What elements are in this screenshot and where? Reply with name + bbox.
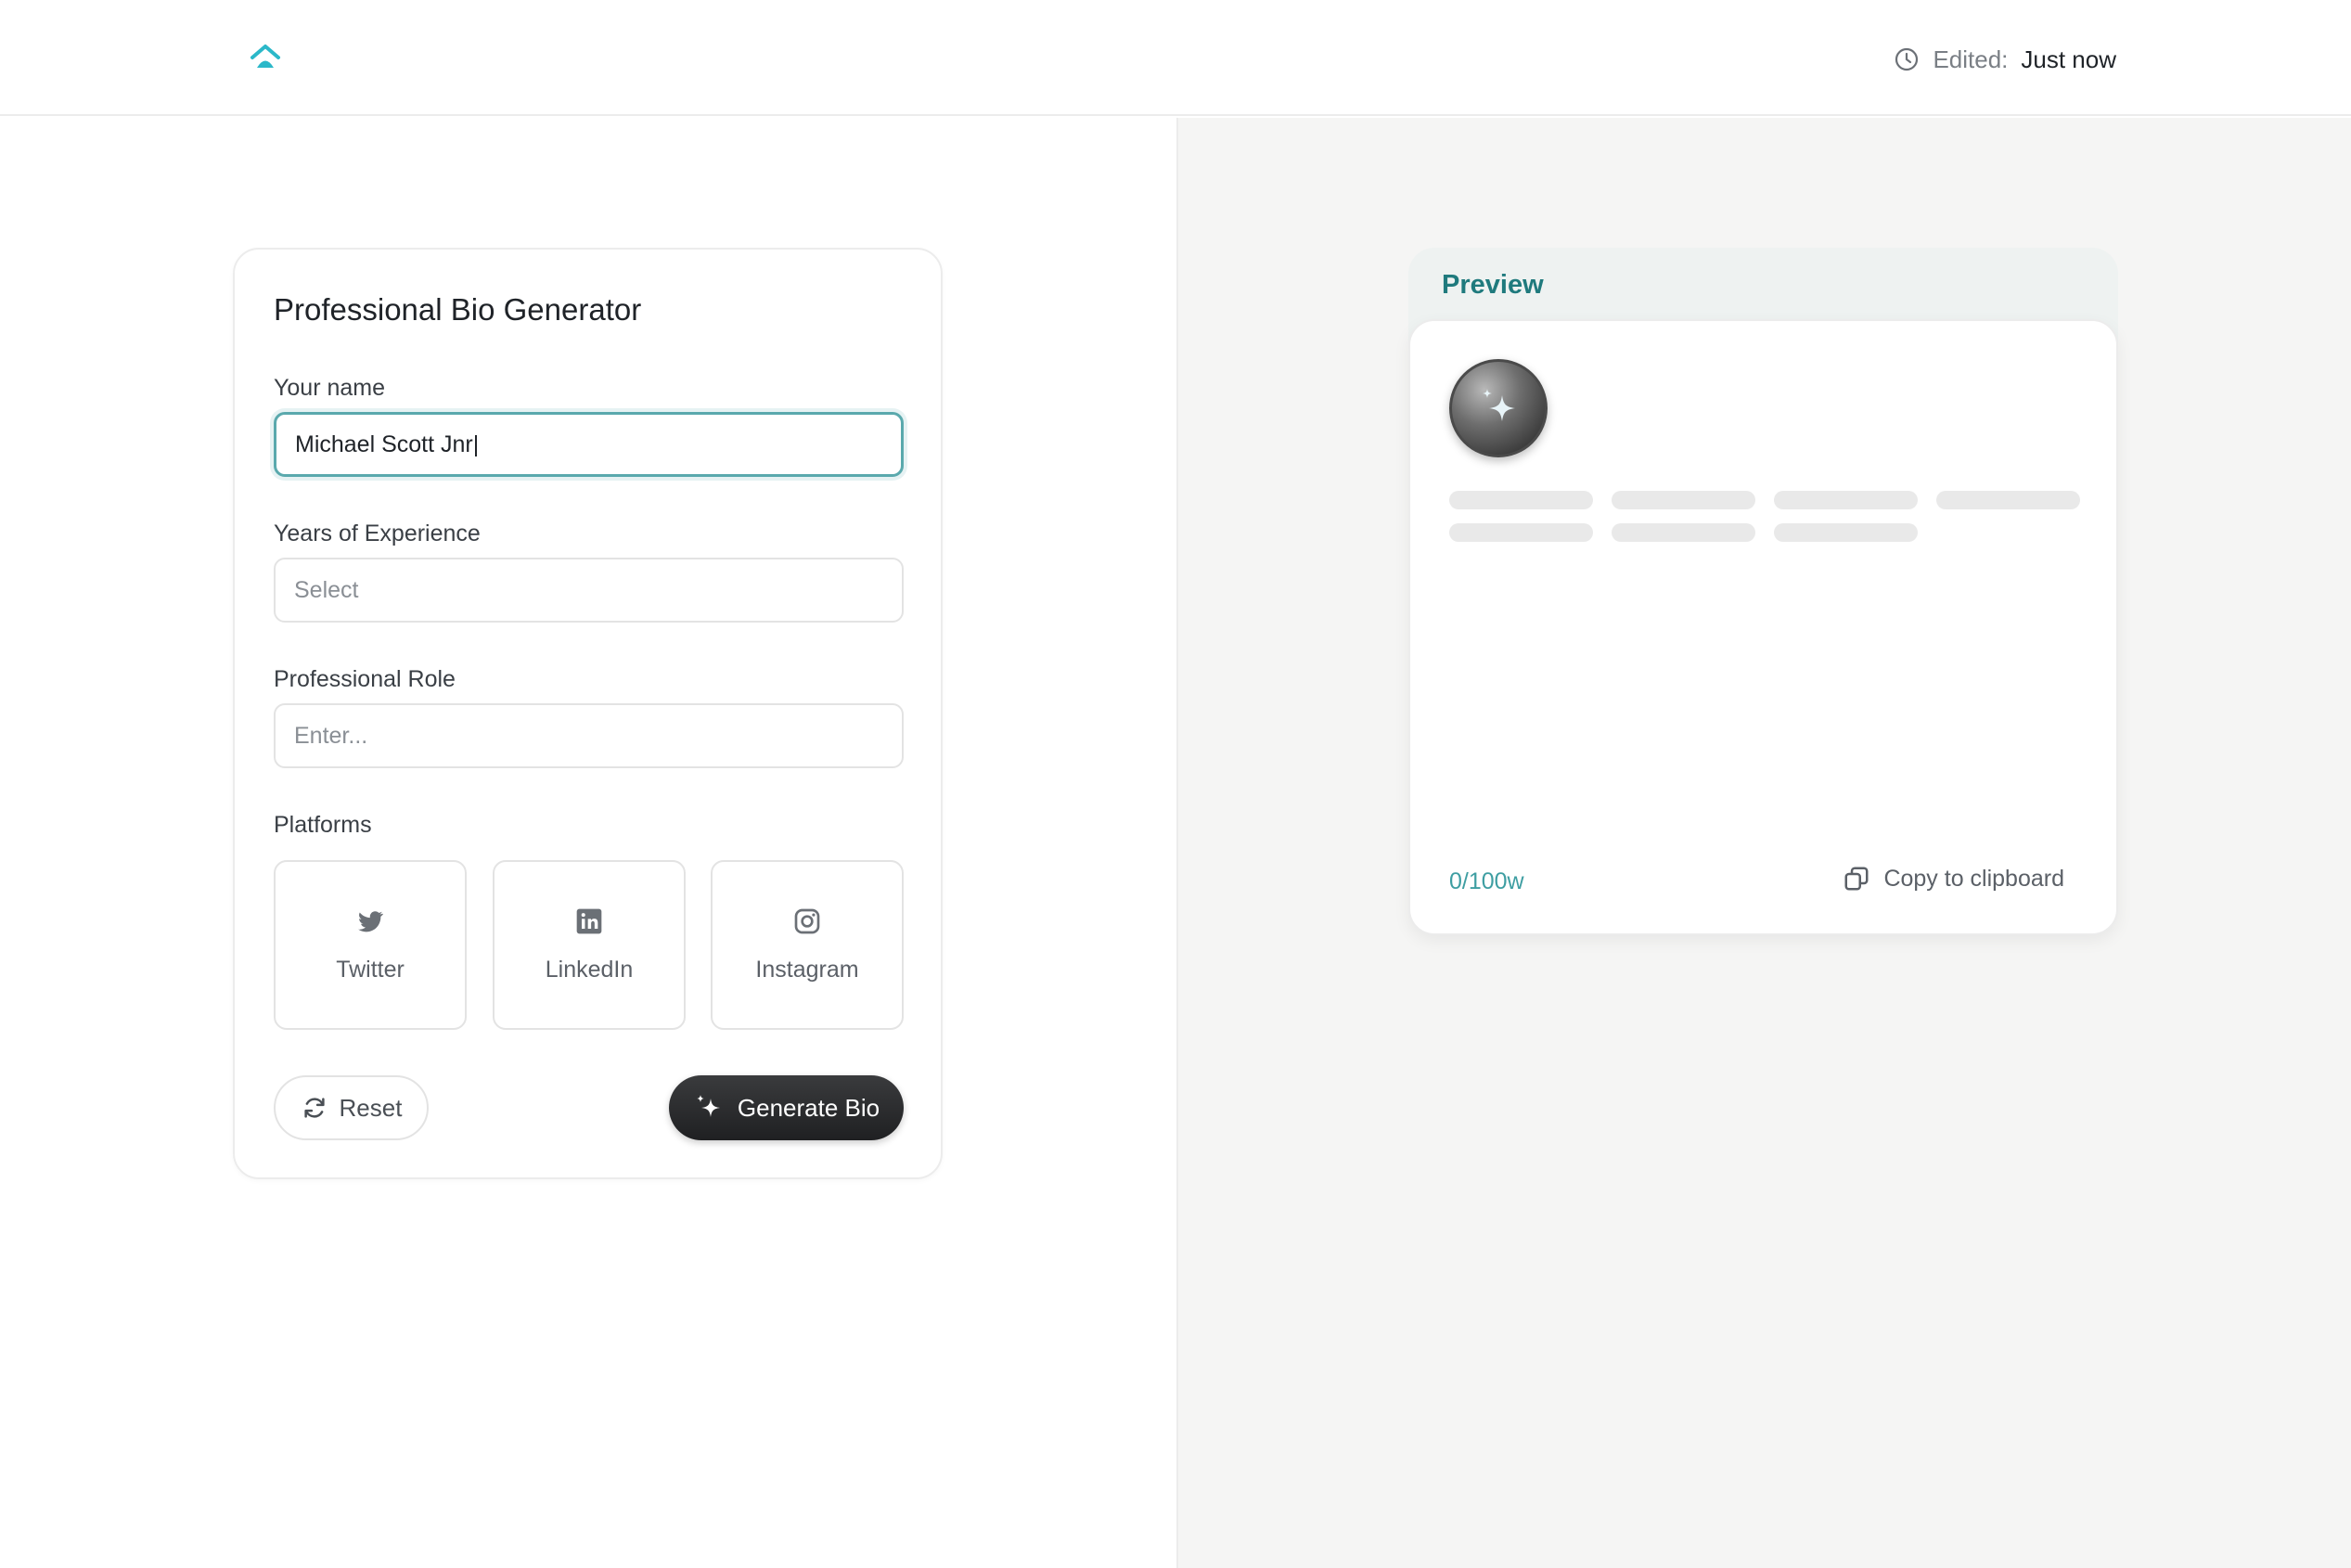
word-count: 0/100w xyxy=(1449,868,1524,894)
sparkle-icon xyxy=(1483,389,1515,421)
instagram-icon xyxy=(794,908,820,934)
bio-form-card: Professional Bio Generator Your name Mic… xyxy=(233,248,943,1179)
ai-orb-avatar xyxy=(1449,359,1548,457)
experience-select[interactable]: Select xyxy=(274,558,904,623)
reset-label: Reset xyxy=(339,1093,403,1122)
skeleton-line xyxy=(1612,491,1755,509)
generate-bio-label: Generate Bio xyxy=(737,1093,880,1122)
app-logo-icon[interactable] xyxy=(247,39,284,76)
experience-label: Years of Experience xyxy=(274,521,481,546)
edited-label: Edited: xyxy=(1933,45,2009,73)
edited-status: Edited: Just now xyxy=(1894,41,2116,78)
refresh-icon xyxy=(303,1098,325,1118)
skeleton-line xyxy=(1774,491,1918,509)
platform-twitter[interactable]: Twitter xyxy=(274,860,467,1030)
skeleton-line xyxy=(1612,523,1755,542)
name-input[interactable]: Michael Scott Jnr| xyxy=(274,412,904,477)
skeleton-line xyxy=(1449,523,1593,542)
app-header: Edited: Just now xyxy=(0,0,2351,116)
generate-bio-button[interactable]: Generate Bio xyxy=(669,1075,904,1140)
copy-label: Copy to clipboard xyxy=(1883,865,2064,892)
platform-label: Instagram xyxy=(755,957,859,983)
copy-to-clipboard-button[interactable]: Copy to clipboard xyxy=(1843,865,2064,893)
platforms-label: Platforms xyxy=(274,812,372,838)
platform-label: LinkedIn xyxy=(545,957,634,983)
clock-icon xyxy=(1895,47,1919,71)
name-label: Your name xyxy=(274,375,385,401)
twitter-icon xyxy=(358,911,383,932)
platform-instagram[interactable]: Instagram xyxy=(711,860,904,1030)
platform-linkedin[interactable]: LinkedIn xyxy=(493,860,686,1030)
preview-panel: Preview 0/100w Copy to clipboard xyxy=(1408,248,2118,935)
skeleton-line xyxy=(1774,523,1918,542)
edited-value: Just now xyxy=(2021,45,2116,73)
skeleton-line xyxy=(1936,491,2080,509)
platform-label: Twitter xyxy=(336,957,405,983)
reset-button[interactable]: Reset xyxy=(274,1075,429,1140)
preview-title: Preview xyxy=(1442,270,1544,300)
preview-card: 0/100w Copy to clipboard xyxy=(1408,319,2118,935)
role-input[interactable]: Enter... xyxy=(274,703,904,768)
linkedin-icon xyxy=(576,908,602,934)
sparkle-icon xyxy=(696,1095,720,1117)
form-title: Professional Bio Generator xyxy=(274,292,642,327)
role-label: Professional Role xyxy=(274,666,456,692)
skeleton-line xyxy=(1449,491,1593,509)
copy-icon xyxy=(1844,867,1869,891)
